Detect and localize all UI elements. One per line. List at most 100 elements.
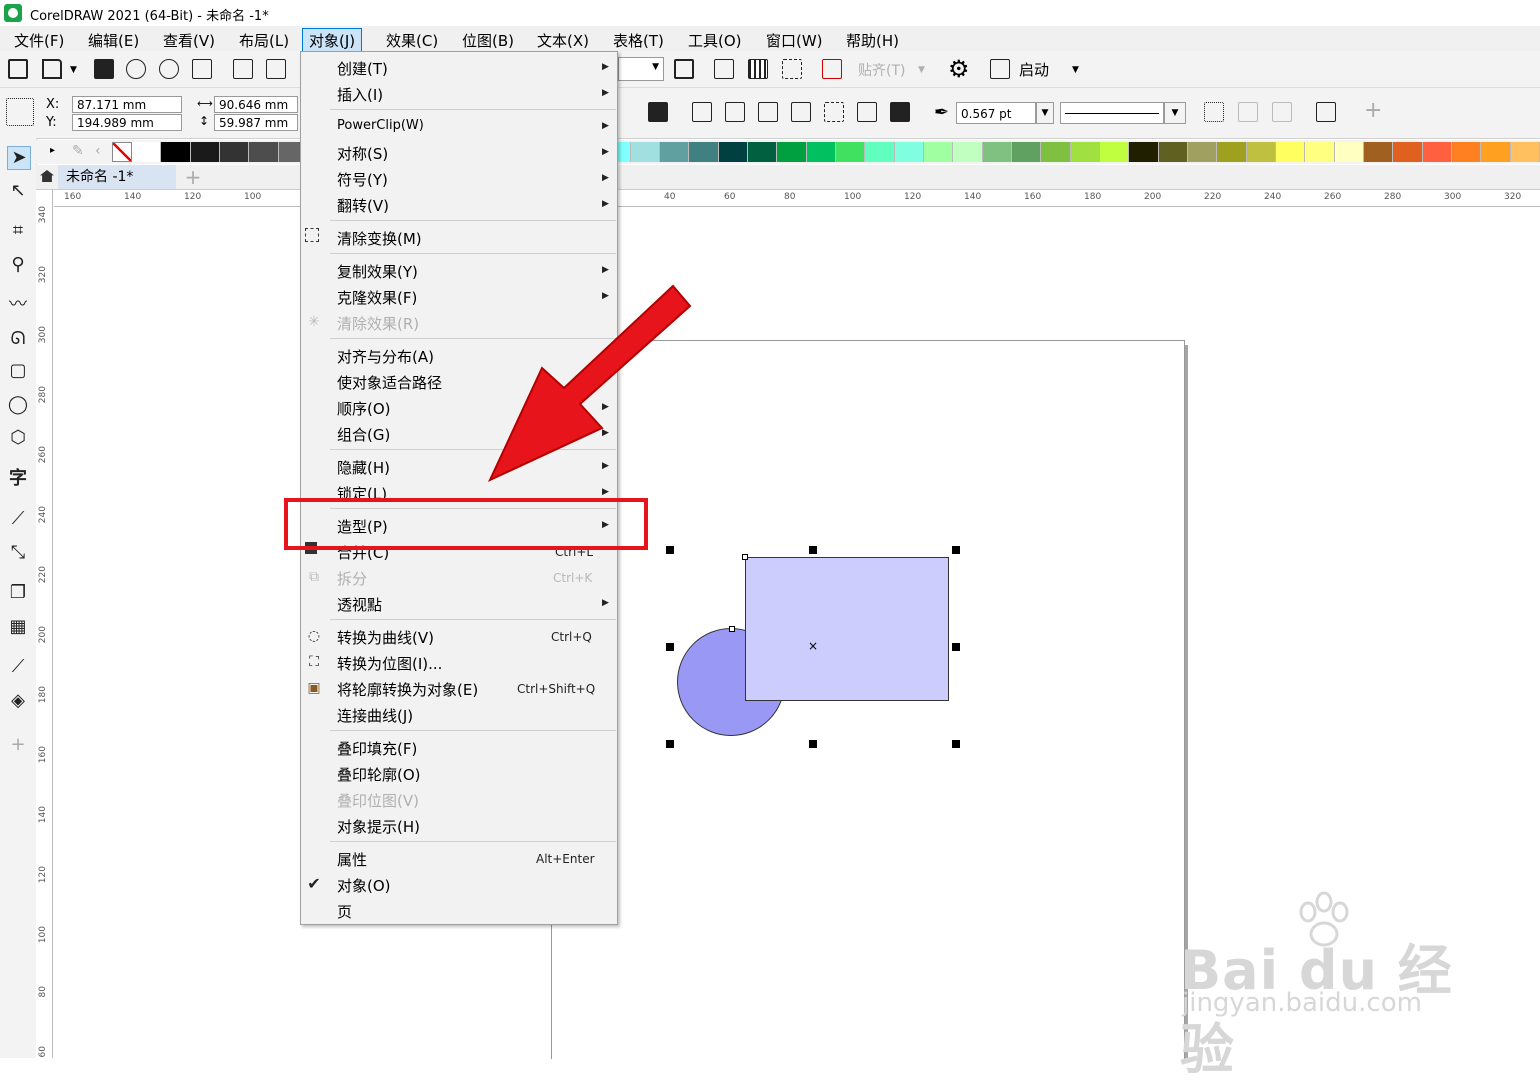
palette-swatch[interactable] [982, 142, 1012, 162]
transparency-tool-icon[interactable]: ▦ [7, 616, 29, 638]
menu-item-overprint-fill[interactable]: 叠印填充(F) [337, 738, 417, 759]
menu-item-perspective[interactable]: 透视點 [337, 594, 382, 615]
crop-tool-icon[interactable]: ⌗ [7, 220, 29, 242]
palette-swatch[interactable] [249, 142, 279, 162]
menu-item-properties[interactable]: 属性 [337, 849, 367, 870]
cloud-download-icon[interactable] [126, 59, 146, 79]
palette-swatch[interactable] [1129, 142, 1159, 162]
height-field[interactable]: 59.987 mm [214, 114, 298, 131]
snap-chevron-icon[interactable]: ▼ [918, 65, 925, 75]
new-document-icon[interactable] [8, 59, 28, 79]
palette-swatch[interactable] [806, 142, 836, 162]
palette-swatch[interactable] [190, 142, 220, 162]
rectangle-object[interactable] [745, 557, 949, 701]
menu-item-create[interactable]: 创建(T) [337, 58, 388, 79]
no-color-swatch[interactable] [112, 142, 132, 162]
palette-swatch[interactable] [1158, 142, 1188, 162]
palette-swatch[interactable] [924, 142, 954, 162]
node-handle[interactable] [742, 554, 748, 560]
menu-item-clone-effect[interactable]: 克隆效果(F) [337, 287, 417, 308]
menu-item-join-curves[interactable]: 连接曲线(J) [337, 705, 413, 726]
palette-swatch[interactable] [1041, 142, 1071, 162]
object-origin-icon[interactable] [6, 98, 34, 126]
palette-swatch[interactable] [1217, 142, 1247, 162]
menu-effects[interactable]: 效果(C) [380, 29, 444, 52]
connector-tool-icon[interactable]: ⤡ [7, 542, 29, 564]
interactive-fill-icon[interactable]: ◈ [7, 690, 29, 712]
menu-item-fit-to-path[interactable]: 使对象适合路径 [337, 372, 442, 393]
menu-item-symmetry[interactable]: 对称(S) [337, 143, 388, 164]
ellipse-tool-icon[interactable]: ◯ [7, 394, 29, 416]
palette-swatch[interactable] [1012, 142, 1042, 162]
selection-handle-right[interactable] [952, 643, 960, 651]
palette-swatch[interactable] [1188, 142, 1218, 162]
palette-swatch[interactable] [865, 142, 895, 162]
polygon-tool-icon[interactable]: ⬡ [7, 427, 29, 449]
open-dropdown-chevron-icon[interactable]: ▼ [70, 65, 77, 75]
menu-item-group[interactable]: 组合(G) [337, 424, 390, 445]
palette-swatch[interactable] [1510, 142, 1540, 162]
selection-handle-bottom-left[interactable] [666, 740, 674, 748]
zoom-level-select[interactable]: ▼ [618, 57, 664, 81]
menu-help[interactable]: 帮助(H) [840, 29, 905, 52]
palette-swatch[interactable] [1481, 142, 1511, 162]
menu-item-flip[interactable]: 翻转(V) [337, 195, 389, 216]
cloud-upload-icon[interactable] [159, 59, 179, 79]
guidelines-icon[interactable] [782, 59, 802, 79]
palette-swatch[interactable] [1100, 142, 1130, 162]
menu-file[interactable]: 文件(F) [8, 29, 70, 52]
rulers-icon[interactable] [714, 59, 734, 79]
menu-bitmaps[interactable]: 位图(B) [456, 29, 520, 52]
pick-tool-icon[interactable]: ➤ [7, 146, 31, 170]
simplify-icon[interactable] [791, 102, 811, 122]
menu-layout[interactable]: 布局(L) [233, 29, 295, 52]
menu-item-order[interactable]: 顺序(O) [337, 398, 391, 419]
horizontal-ruler[interactable] [54, 190, 1540, 207]
palette-swatch[interactable] [1276, 142, 1306, 162]
palette-swatch[interactable] [748, 142, 778, 162]
zoom-tool-icon[interactable]: ⚲ [7, 254, 29, 276]
menu-view[interactable]: 查看(V) [157, 29, 221, 52]
launch-button[interactable]: 启动 [1019, 59, 1049, 80]
align-distribute-icon[interactable] [1316, 102, 1336, 122]
selection-handle-left[interactable] [666, 643, 674, 651]
selection-handle-bottom-right[interactable] [952, 740, 960, 748]
selection-handle-top-left[interactable] [666, 546, 674, 554]
palette-swatch[interactable] [1305, 142, 1335, 162]
selection-handle-top-right[interactable] [952, 546, 960, 554]
menu-item-convert-to-bitmap[interactable]: 转换为位图(I)... [337, 653, 442, 674]
outline-width-chevron-icon[interactable]: ▼ [1036, 102, 1054, 124]
ungroup-all-icon[interactable] [1272, 102, 1292, 122]
palette-swatch[interactable] [718, 142, 748, 162]
menu-item-outline-to-object[interactable]: 将轮廓转换为对象(E) [337, 679, 478, 700]
rectangle-tool-icon[interactable]: ▢ [7, 360, 29, 382]
line-style-chevron-icon[interactable]: ▼ [1164, 102, 1186, 124]
launch-icon[interactable] [990, 59, 1010, 79]
menu-object[interactable]: 对象(J) [302, 28, 363, 53]
menu-item-page[interactable]: 页 [337, 901, 352, 922]
palette-swatch[interactable] [660, 142, 690, 162]
menu-tools[interactable]: 工具(O) [682, 29, 748, 52]
palette-swatch[interactable] [689, 142, 719, 162]
palette-swatch[interactable] [1334, 142, 1364, 162]
menu-item-overprint-outline[interactable]: 叠印轮廓(O) [337, 764, 421, 785]
eyedropper-palette-icon[interactable]: ✎ [72, 143, 84, 159]
grid-icon[interactable] [748, 59, 768, 79]
menu-item-convert-to-curves[interactable]: 转换为曲线(V) [337, 627, 434, 648]
palette-swatch[interactable] [1393, 142, 1423, 162]
eyedropper-tool-icon[interactable]: ⟋ [7, 656, 29, 678]
menu-table[interactable]: 表格(T) [607, 29, 670, 52]
ungroup-icon[interactable] [1238, 102, 1258, 122]
add-tab-icon[interactable]: + [182, 166, 204, 188]
gear-icon[interactable]: ⚙ [948, 57, 970, 81]
snap-to-dropdown[interactable]: 贴齐(T) [858, 60, 905, 80]
palette-swatch[interactable] [1422, 142, 1452, 162]
weld-icon[interactable] [692, 102, 712, 122]
palette-swatch[interactable] [836, 142, 866, 162]
save-icon[interactable] [94, 59, 114, 79]
menu-text[interactable]: 文本(X) [531, 29, 595, 52]
menu-item-object-hints[interactable]: 对象提示(H) [337, 816, 420, 837]
snap-off-icon[interactable] [822, 59, 842, 79]
x-position-field[interactable]: 87.171 mm [72, 96, 182, 113]
menu-item-align-distribute[interactable]: 对齐与分布(A) [337, 346, 434, 367]
